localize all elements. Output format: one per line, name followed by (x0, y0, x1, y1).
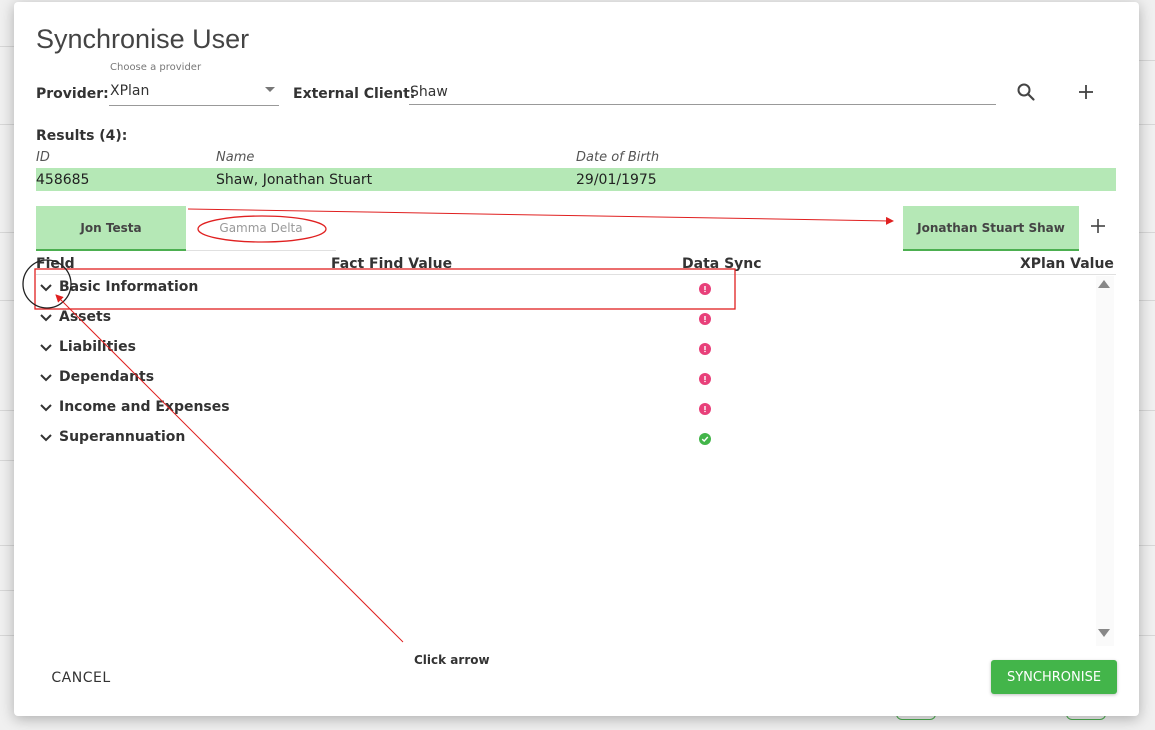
sync-error-icon (699, 373, 711, 385)
background-divider (0, 46, 14, 47)
background-divider (1139, 635, 1155, 636)
column-header-xplan-value: XPlan Value (1020, 256, 1114, 272)
chevron-down-icon[interactable] (36, 308, 56, 328)
chevron-down-icon[interactable] (36, 428, 56, 448)
background-divider (1139, 124, 1155, 125)
scroll-up-arrow-icon[interactable] (1098, 280, 1110, 288)
section-label: Liabilities (59, 339, 136, 355)
sync-error-icon (699, 283, 711, 295)
section-label: Income and Expenses (59, 399, 230, 415)
section-label: Superannuation (59, 429, 186, 445)
provider-label: Provider: (36, 86, 109, 102)
section-row[interactable]: Basic Information (36, 275, 736, 301)
background-divider (0, 300, 14, 301)
results-header-dob: Date of Birth (576, 150, 660, 165)
results-header-name: Name (216, 150, 255, 165)
tab-jon-testa[interactable]: Jon Testa (36, 206, 186, 251)
section-label: Basic Information (59, 279, 199, 295)
add-tab-button[interactable] (1084, 212, 1112, 240)
external-client-label: External Client: (293, 86, 416, 102)
background-divider (1139, 300, 1155, 301)
scrollbar[interactable] (1096, 276, 1114, 646)
results-header-id: ID (36, 150, 50, 165)
search-icon (1017, 83, 1035, 101)
provider-select-hint: Choose a provider (110, 62, 202, 73)
result-name: Shaw, Jonathan Stuart (216, 172, 373, 188)
background-divider (0, 545, 14, 546)
provider-select-value: XPlan (110, 83, 150, 99)
synchronise-button[interactable]: SYNCHRONISE (991, 660, 1117, 694)
add-client-button[interactable] (1072, 78, 1100, 106)
synchronise-user-dialog: Synchronise User Provider: Choose a prov… (14, 2, 1139, 716)
sync-error-icon (699, 403, 711, 415)
background-divider (0, 590, 14, 591)
tab-jonathan-stuart-shaw[interactable]: Jonathan Stuart Shaw (903, 206, 1079, 251)
background-divider (1139, 545, 1155, 546)
section-label: Dependants (59, 369, 155, 385)
background-divider (0, 410, 14, 411)
dropdown-caret-icon (265, 87, 275, 92)
chevron-down-icon[interactable] (36, 278, 56, 298)
background-divider (0, 124, 14, 125)
section-row[interactable]: Assets (36, 305, 736, 331)
plus-icon (1079, 85, 1093, 99)
column-header-field: Field (36, 256, 75, 272)
result-id: 458685 (36, 172, 90, 188)
provider-select[interactable]: Choose a provider XPlan (109, 62, 279, 106)
section-label: Assets (59, 309, 112, 325)
search-button[interactable] (1012, 78, 1040, 106)
section-row[interactable]: Dependants (36, 365, 736, 391)
sync-ok-icon (699, 433, 711, 445)
external-client-input[interactable] (409, 80, 996, 105)
cancel-button[interactable]: CANCEL (36, 662, 126, 694)
column-header-data-sync: Data Sync (682, 256, 762, 272)
chevron-down-icon[interactable] (36, 338, 56, 358)
background-divider (1139, 232, 1155, 233)
background-divider (0, 635, 14, 636)
sync-error-icon (699, 313, 711, 325)
tab-gamma-delta[interactable]: Gamma Delta (186, 206, 336, 251)
annotation-label: Click arrow (414, 653, 490, 667)
results-label: Results (4): (36, 128, 128, 144)
column-header-fact-find-value: Fact Find Value (331, 256, 453, 272)
background-divider (0, 460, 14, 461)
result-row[interactable]: 458685 Shaw, Jonathan Stuart 29/01/1975 (36, 168, 1116, 191)
section-row[interactable]: Income and Expenses (36, 395, 736, 421)
dialog-title: Synchronise User (36, 24, 250, 54)
section-row[interactable]: Liabilities (36, 335, 736, 361)
sync-error-icon (699, 343, 711, 355)
background-divider (0, 232, 14, 233)
background-divider (1139, 60, 1155, 61)
plus-icon (1091, 219, 1105, 233)
chevron-down-icon[interactable] (36, 398, 56, 418)
section-row[interactable]: Superannuation (36, 425, 736, 451)
chevron-down-icon[interactable] (36, 368, 56, 388)
result-dob: 29/01/1975 (576, 172, 657, 188)
scroll-down-arrow-icon[interactable] (1098, 629, 1110, 637)
background-divider (1139, 410, 1155, 411)
